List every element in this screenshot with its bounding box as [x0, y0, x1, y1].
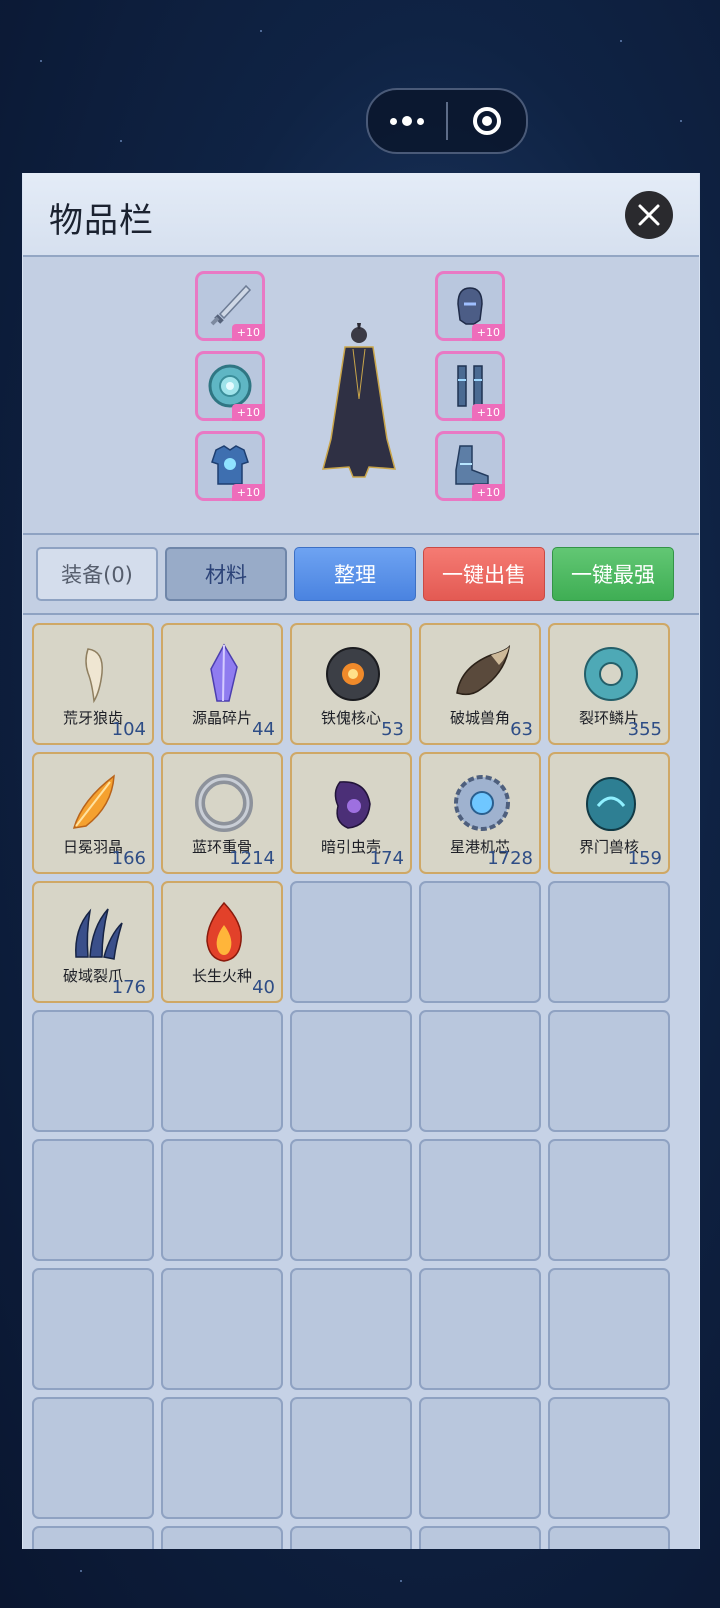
item-count: 166	[111, 848, 146, 869]
flame-icon	[206, 901, 242, 962]
sort-button[interactable]: 整理	[294, 547, 416, 601]
inventory-slot[interactable]	[290, 881, 412, 1003]
tab-bar: 装备(0) 材料 整理 一键出售 一键最强	[23, 535, 699, 615]
feather-icon	[72, 774, 115, 829]
exit-button[interactable]	[448, 107, 526, 135]
inventory-slot[interactable]	[32, 1397, 154, 1519]
inventory-slot[interactable]	[290, 1010, 412, 1132]
gear-core-icon	[454, 775, 510, 831]
level-badge: +10	[471, 324, 505, 341]
inventory-slot[interactable]: 破城兽角 63	[419, 623, 541, 745]
equip-slot-helmet[interactable]: +10	[435, 271, 505, 341]
inventory-slot[interactable]: 破域裂爪 176	[32, 881, 154, 1003]
panel-header: 物品栏	[23, 173, 699, 257]
inventory-slot[interactable]	[290, 1526, 412, 1549]
inventory-slot[interactable]	[32, 1010, 154, 1132]
level-badge: +10	[471, 404, 505, 421]
inventory-slot[interactable]: 日冕羽晶 166	[32, 752, 154, 874]
equip-slot-armor[interactable]: +10	[195, 431, 265, 501]
iron-core-icon	[326, 647, 380, 701]
tab-equipment[interactable]: 装备(0)	[36, 547, 158, 601]
item-count: 44	[252, 719, 275, 740]
inventory-slot[interactable]	[548, 1139, 670, 1261]
equip-slot-accessory[interactable]: +10	[195, 351, 265, 421]
inventory-slot[interactable]	[161, 1268, 283, 1390]
dot-icon	[417, 117, 424, 125]
inventory-slot[interactable]	[290, 1268, 412, 1390]
level-badge: +10	[231, 484, 265, 501]
item-count: 355	[627, 719, 662, 740]
close-button[interactable]	[625, 191, 673, 239]
character-figure	[322, 323, 396, 478]
inventory-slot[interactable]: 源晶碎片 44	[161, 623, 283, 745]
inventory-slot[interactable]	[161, 1139, 283, 1261]
item-count: 63	[510, 719, 533, 740]
inventory-slot[interactable]	[419, 1526, 541, 1549]
level-badge: +10	[471, 484, 505, 501]
inventory-slot[interactable]	[548, 881, 670, 1003]
close-icon	[638, 204, 660, 226]
inventory-slot[interactable]	[419, 1268, 541, 1390]
inventory-slot[interactable]: 长生火种 40	[161, 881, 283, 1003]
crystal-icon	[210, 643, 238, 702]
inventory-slot[interactable]	[548, 1526, 670, 1549]
item-count: 40	[252, 977, 275, 998]
inventory-slot[interactable]	[32, 1526, 154, 1549]
inventory-slot[interactable]	[161, 1526, 283, 1549]
item-count: 176	[111, 977, 146, 998]
panel-title: 物品栏	[49, 201, 154, 241]
more-menu-button[interactable]	[368, 90, 446, 152]
equip-best-button[interactable]: 一键最强	[552, 547, 674, 601]
inventory-slot[interactable]: 荒牙狼齿 104	[32, 623, 154, 745]
inventory-slot[interactable]	[290, 1397, 412, 1519]
inventory-slot[interactable]: 铁傀核心 53	[290, 623, 412, 745]
inventory-slot[interactable]: 蓝环重骨 1214	[161, 752, 283, 874]
inventory-slot[interactable]	[548, 1010, 670, 1132]
inventory-panel: 物品栏 +10 +10 +10 +10 +10 +10 装备(0) 材料 整理 …	[22, 173, 700, 1549]
inventory-slot[interactable]	[548, 1397, 670, 1519]
fang-icon	[85, 648, 103, 704]
inventory-slot[interactable]	[419, 881, 541, 1003]
claw-icon	[75, 908, 123, 960]
equipment-area: +10 +10 +10 +10 +10 +10	[23, 257, 699, 535]
item-count: 53	[381, 719, 404, 740]
beast-core-icon	[586, 777, 636, 831]
mini-program-capsule	[366, 88, 528, 154]
target-icon	[473, 107, 501, 135]
inventory-slot[interactable]	[419, 1397, 541, 1519]
inventory-slot[interactable]	[161, 1010, 283, 1132]
inventory-slot[interactable]: 暗引虫壳 174	[290, 752, 412, 874]
horn-icon	[456, 644, 511, 696]
item-count: 1214	[229, 848, 275, 869]
item-count: 174	[369, 848, 404, 869]
inventory-slot[interactable]: 星港机芯 1728	[419, 752, 541, 874]
inventory-slot[interactable]	[548, 1268, 670, 1390]
level-badge: +10	[231, 324, 265, 341]
inventory-slot[interactable]	[419, 1010, 541, 1132]
inventory-slot[interactable]	[161, 1397, 283, 1519]
equip-slot-greaves[interactable]: +10	[435, 351, 505, 421]
dot-icon	[390, 117, 397, 125]
inventory-slot[interactable]: 界门兽核 159	[548, 752, 670, 874]
equip-slot-weapon[interactable]: +10	[195, 271, 265, 341]
item-count: 159	[627, 848, 662, 869]
inventory-slot[interactable]: 裂环鳞片 355	[548, 623, 670, 745]
tab-materials[interactable]: 材料	[165, 547, 287, 601]
inventory-slot[interactable]	[32, 1268, 154, 1390]
bone-ring-icon	[195, 774, 253, 832]
inventory-slot[interactable]	[419, 1139, 541, 1261]
inventory-slot[interactable]	[32, 1139, 154, 1261]
equip-slot-boots[interactable]: +10	[435, 431, 505, 501]
inventory-slot[interactable]	[290, 1139, 412, 1261]
shell-icon	[334, 781, 371, 829]
item-count: 1728	[487, 848, 533, 869]
sell-all-button[interactable]: 一键出售	[423, 547, 545, 601]
dot-icon	[402, 116, 412, 126]
scale-ring-icon	[584, 647, 638, 701]
item-count: 104	[111, 719, 146, 740]
level-badge: +10	[231, 404, 265, 421]
